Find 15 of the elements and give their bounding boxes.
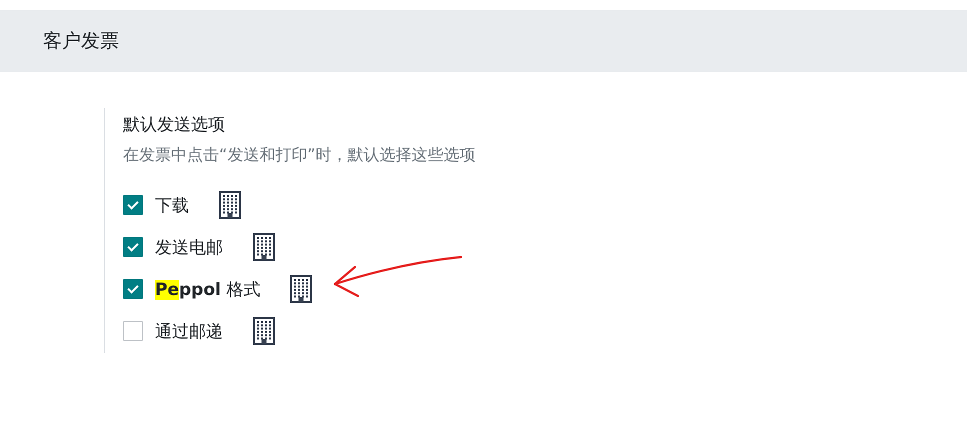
checkbox[interactable]	[123, 279, 143, 299]
section-title: 客户发票	[43, 29, 119, 54]
building-icon[interactable]	[253, 233, 275, 261]
setting-title: 默认发送选项	[123, 114, 226, 137]
setting-description: 在发票中点击“发送和打印”时，默认选择这些选项	[123, 144, 477, 166]
building-icon[interactable]	[290, 275, 312, 303]
building-icon[interactable]	[219, 191, 241, 219]
option-label: 下载	[155, 194, 189, 216]
checkbox[interactable]	[123, 321, 143, 341]
checkbox[interactable]	[123, 195, 143, 215]
option-label: 通过邮递	[155, 320, 223, 342]
option-label: 发送电邮	[155, 236, 223, 258]
checkbox[interactable]	[123, 237, 143, 257]
option-label: Peppol 格式	[155, 278, 260, 300]
building-icon[interactable]	[253, 317, 275, 345]
